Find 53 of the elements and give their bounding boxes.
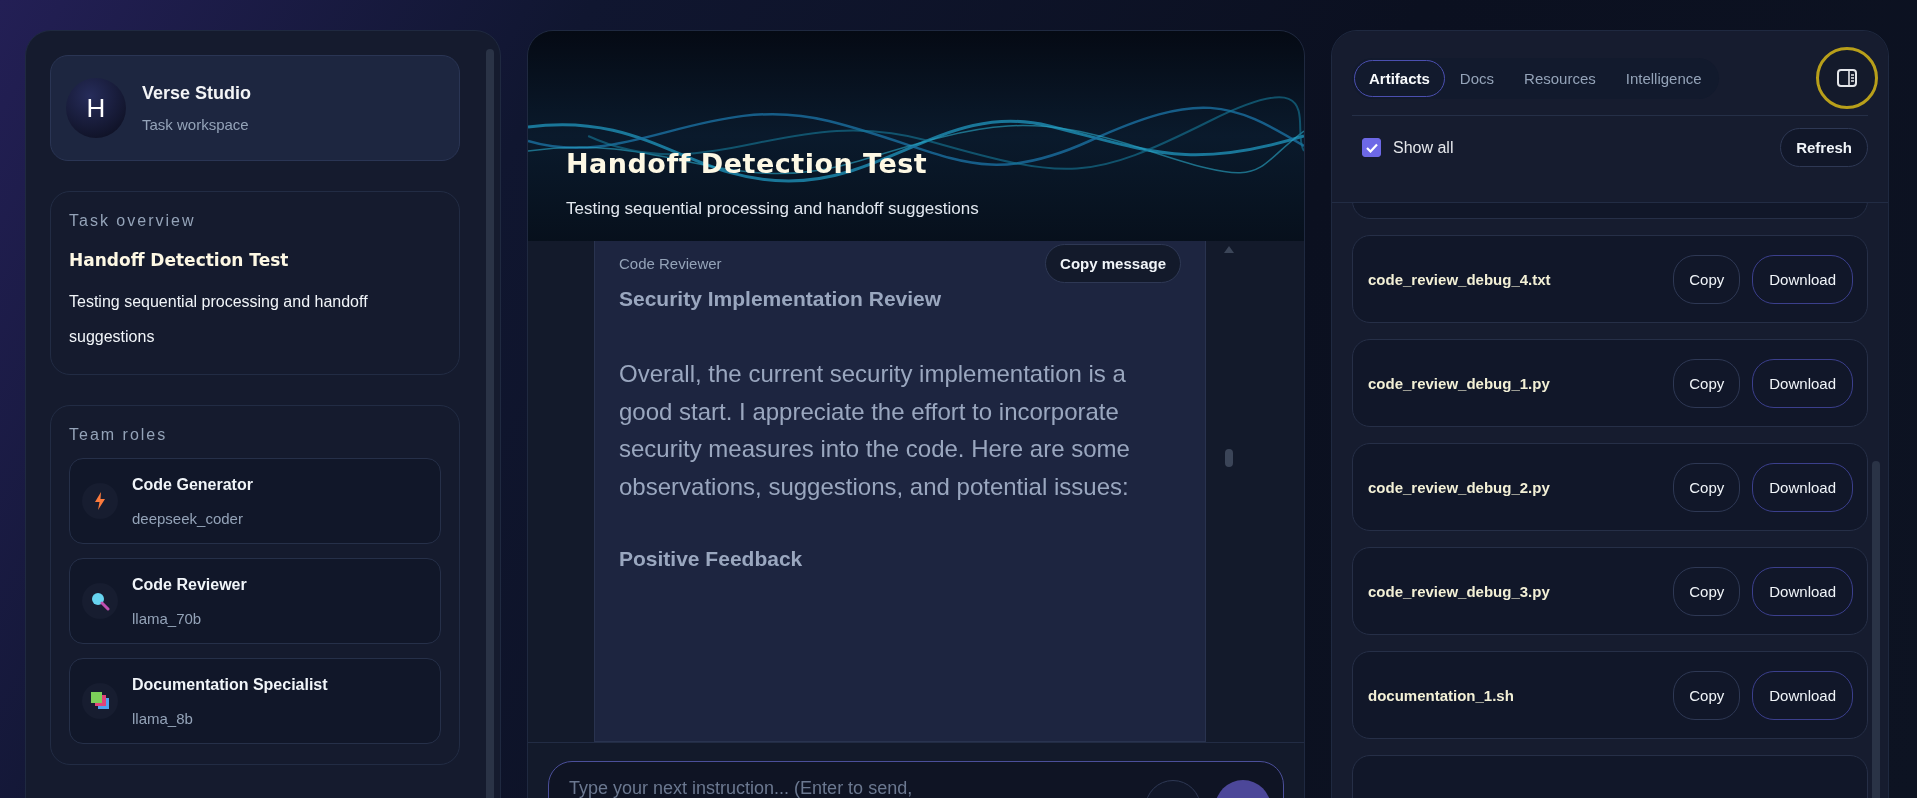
stacked-squares-icon xyxy=(90,691,110,711)
role-name: Documentation Specialist xyxy=(132,675,328,694)
role-model: llama_70b xyxy=(132,609,203,627)
file-name: documentation_1.sh xyxy=(1368,686,1514,704)
copy-button[interactable]: Copy xyxy=(1673,358,1741,408)
lightning-icon xyxy=(94,492,106,510)
workspace-name: Verse Studio xyxy=(142,83,252,104)
message-heading: Positive Feedback xyxy=(619,547,804,571)
copy-button[interactable]: Copy xyxy=(1673,254,1741,304)
file-name: code_review_debug_3.py xyxy=(1368,582,1550,600)
chat-title: Handoff Detection Test xyxy=(566,148,929,179)
tab[interactable]: Docs xyxy=(1444,59,1510,97)
scrollbar-thumb[interactable] xyxy=(1225,449,1233,467)
instruction-input[interactable]: Type your next instruction... (Enter to send, xyxy=(567,776,1131,798)
section-heading: Task overview xyxy=(69,212,197,230)
role-model: deepseek_coder xyxy=(132,509,244,527)
copy-button[interactable]: Copy xyxy=(1673,670,1741,720)
download-button[interactable]: Download xyxy=(1752,566,1853,616)
tab[interactable]: Intelligence xyxy=(1610,59,1717,97)
copy-message-button[interactable]: Copy message xyxy=(1045,244,1181,283)
copy-button[interactable]: Copy xyxy=(1673,462,1741,512)
message-heading: Security Implementation Review xyxy=(619,287,943,311)
file-name: code_review_debug_4.txt xyxy=(1368,270,1551,288)
checkbox-label: Show all xyxy=(1393,138,1454,157)
avatar: H xyxy=(66,78,126,138)
section-heading: Team roles xyxy=(69,426,169,444)
role-item[interactable]: Documentation Specialist llama_8b xyxy=(69,658,441,744)
role-model: llama_8b xyxy=(132,709,194,727)
workspace-subtitle: Task workspace xyxy=(142,116,250,133)
role-name: Code Reviewer xyxy=(132,575,247,594)
download-button[interactable]: Download xyxy=(1752,670,1853,720)
message-paragraph: Overall, the current security implementation is a good start. I appreciate the effort to incorporate security measures into the code. Here are some observations, suggestions, and potential issues: xyxy=(619,359,1131,502)
role-item[interactable]: Code Generator deepseek_coder xyxy=(69,458,441,544)
file-name: code_review_debug_2.py xyxy=(1368,478,1550,496)
magnifier-icon xyxy=(90,591,110,611)
role-item[interactable]: Code Reviewer llama_70b xyxy=(69,558,441,644)
task-description: Testing sequential processing and handoff suggestions xyxy=(69,292,369,347)
message-author: Code Reviewer xyxy=(619,255,722,272)
tab[interactable]: Resources xyxy=(1509,59,1611,97)
download-button[interactable]: Download xyxy=(1752,358,1853,408)
sidebar-panel-icon xyxy=(1837,69,1857,87)
task-title: Handoff Detection Test xyxy=(69,250,290,270)
checkmark-icon xyxy=(1365,142,1378,153)
role-name: Code Generator xyxy=(132,475,253,494)
file-name: code_review_debug_1.py xyxy=(1368,374,1550,392)
checkbox[interactable] xyxy=(1362,138,1381,157)
chat-subtitle: Testing sequential processing and handoff suggestions xyxy=(566,199,980,219)
scrollbar[interactable] xyxy=(486,49,494,798)
download-button[interactable]: Download xyxy=(1752,254,1853,304)
refresh-button[interactable]: Refresh xyxy=(1780,128,1868,167)
copy-button[interactable]: Copy xyxy=(1673,566,1741,616)
scroll-up-icon[interactable] xyxy=(1224,246,1234,253)
download-button[interactable]: Download xyxy=(1752,462,1853,512)
